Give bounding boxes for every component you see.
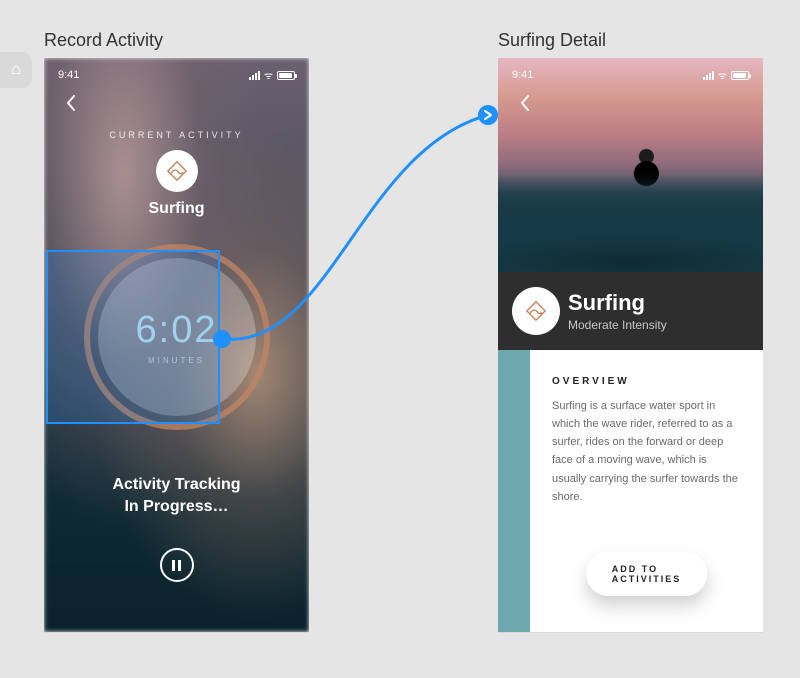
timer-face: 6:02 MINUTES bbox=[98, 258, 256, 416]
overview-body: Surfing is a surface water sport in whic… bbox=[552, 397, 741, 506]
chevron-left-icon bbox=[520, 95, 530, 111]
chevron-left-icon bbox=[66, 95, 76, 111]
accent-bar bbox=[498, 350, 530, 632]
timer-dial[interactable]: 6:02 MINUTES bbox=[84, 244, 270, 430]
screen-label-detail: Surfing Detail bbox=[498, 30, 606, 51]
surfing-icon bbox=[525, 300, 547, 322]
pause-icon bbox=[172, 560, 175, 571]
activity-icon-badge bbox=[156, 150, 198, 192]
overview-section: OVERVIEW Surfing is a surface water spor… bbox=[530, 350, 763, 632]
status-time: 9:41 bbox=[512, 69, 533, 81]
timer-value: 6:02 bbox=[136, 309, 218, 352]
status-bar: 9:41 ᯤ bbox=[498, 66, 763, 84]
battery-icon bbox=[731, 71, 749, 80]
signal-icon bbox=[249, 71, 260, 80]
hero-wave bbox=[498, 174, 763, 272]
tracking-line1: Activity Tracking bbox=[112, 476, 240, 493]
overview-heading: OVERVIEW bbox=[552, 376, 741, 387]
record-activity-screen: 9:41 ᯤ CURRENT ACTIVITY Surfing 6:02 MIN… bbox=[44, 58, 309, 632]
back-button[interactable] bbox=[514, 92, 536, 114]
signal-icon bbox=[703, 71, 714, 80]
activity-subtitle: Moderate Intensity bbox=[568, 318, 667, 332]
wifi-icon: ᯤ bbox=[718, 68, 727, 82]
battery-icon bbox=[277, 71, 295, 80]
back-button[interactable] bbox=[60, 92, 82, 114]
timer-unit: MINUTES bbox=[148, 356, 205, 365]
connector-end-circle bbox=[478, 105, 498, 125]
add-to-activities-button[interactable]: ADD TO ACTIVITIES bbox=[586, 552, 708, 596]
wifi-icon: ᯤ bbox=[264, 68, 273, 82]
pause-button[interactable] bbox=[160, 548, 194, 582]
surfing-detail-screen: 9:41 ᯤ Surfing Moderate Intensity OVERVI… bbox=[498, 58, 763, 632]
status-bar: 9:41 ᯤ bbox=[44, 66, 309, 84]
screen-label-record: Record Activity bbox=[44, 30, 163, 51]
surfing-icon bbox=[166, 160, 188, 182]
tracking-line2: In Progress… bbox=[124, 498, 228, 515]
activity-title: Surfing bbox=[568, 290, 667, 316]
hero-image bbox=[498, 58, 763, 272]
current-activity-heading: CURRENT ACTIVITY bbox=[44, 130, 309, 140]
activity-icon-badge bbox=[512, 287, 560, 335]
activity-name: Surfing bbox=[44, 200, 309, 218]
status-time: 9:41 bbox=[58, 69, 79, 81]
home-icon: ⌂ bbox=[11, 61, 21, 79]
home-tab[interactable]: ⌂ bbox=[0, 52, 32, 88]
tracking-status: Activity Tracking In Progress… bbox=[44, 474, 309, 517]
activity-header: Surfing Moderate Intensity bbox=[498, 272, 763, 350]
chevron-right-icon bbox=[485, 111, 491, 119]
